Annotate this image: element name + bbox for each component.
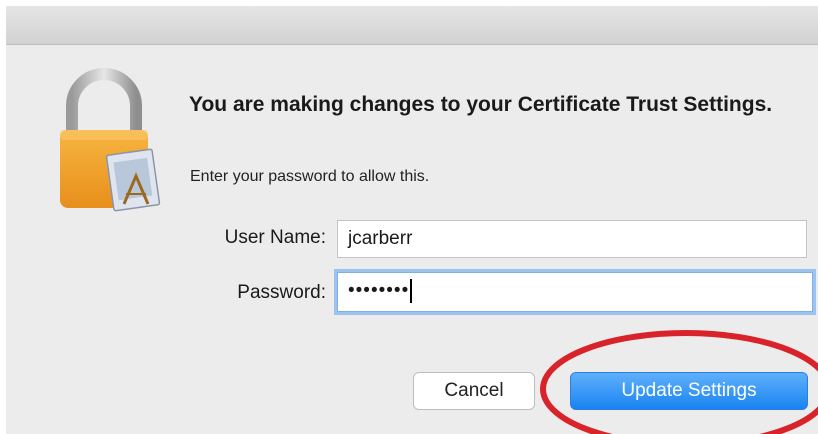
username-field[interactable]: jcarberr [337, 220, 807, 258]
username-value: jcarberr [348, 228, 413, 249]
update-settings-button[interactable]: Update Settings [570, 372, 808, 410]
dialog-subtext: Enter your password to allow this. [190, 168, 430, 185]
auth-dialog: You are making changes to your Certifica… [6, 6, 818, 434]
padlock-icon [60, 68, 161, 212]
password-field[interactable]: •••••••• [337, 272, 813, 312]
certificate-icon [105, 148, 161, 212]
dialog-heading: You are making changes to your Certifica… [189, 93, 773, 116]
password-value: •••••••• [348, 280, 410, 301]
title-bar[interactable] [6, 6, 818, 45]
text-caret [410, 278, 413, 303]
password-label: Password: [237, 282, 326, 303]
cancel-button[interactable]: Cancel [413, 372, 535, 410]
username-label: User Name: [224, 227, 326, 248]
